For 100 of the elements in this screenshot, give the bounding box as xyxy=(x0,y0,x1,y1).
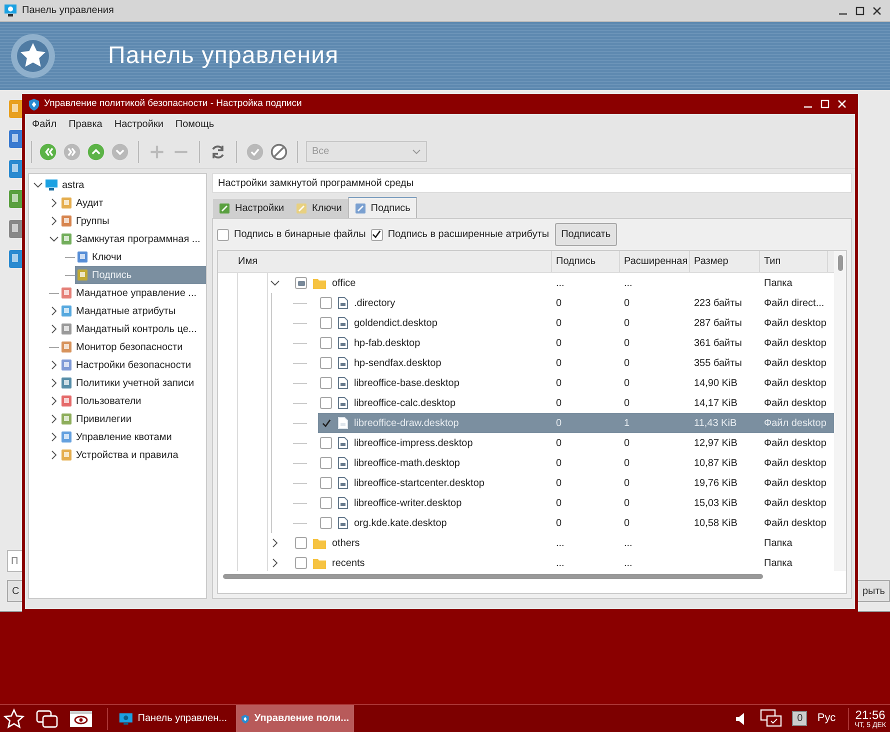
check-icon[interactable] xyxy=(246,142,264,160)
checkbox[interactable] xyxy=(320,497,332,509)
banner-title: Панель управления xyxy=(108,41,339,71)
tree-item[interactable]: Монитор безопасности xyxy=(59,338,206,356)
menu-item[interactable]: Файл xyxy=(28,117,61,132)
option-label: Подпись в бинарные файлы xyxy=(234,228,366,242)
tree-item[interactable]: Привилегии xyxy=(59,410,206,428)
folder-icon xyxy=(313,278,326,288)
type-cell-text: Файл desktop xyxy=(763,456,828,470)
checkbox[interactable] xyxy=(320,477,332,489)
table-row[interactable]: libreoffice-startcenter.desktop 0 0 19,76 KiB Файл desktop xyxy=(318,473,834,493)
windows-icon[interactable] xyxy=(35,708,59,728)
eye-icon[interactable] xyxy=(69,708,93,728)
table-row[interactable]: hp-fab.desktop 0 0 361 байты Файл desktop xyxy=(318,333,834,353)
tab[interactable]: Настройки xyxy=(213,199,290,218)
menu-item[interactable]: Настройки xyxy=(110,117,168,132)
table-row[interactable]: office ... ... Папка xyxy=(293,273,834,293)
checkbox[interactable] xyxy=(320,377,332,389)
file-icon xyxy=(338,397,348,409)
tree-item[interactable]: Управление квотами xyxy=(59,428,206,446)
checkbox[interactable] xyxy=(320,337,332,349)
tree-item[interactable]: Мандатное управление ... xyxy=(59,284,206,302)
table-row[interactable]: libreoffice-calc.desktop 0 0 14,17 KiB Файл desktop xyxy=(318,393,834,413)
table-row[interactable]: hp-sendfax.desktop 0 0 355 байты Файл desktop xyxy=(318,353,834,373)
monitor-icon[interactable] xyxy=(760,708,782,728)
checkbox[interactable] xyxy=(320,397,332,409)
taskbar-button[interactable]: Управление поли... xyxy=(236,704,354,732)
menu-item[interactable]: Помощь xyxy=(171,117,218,132)
size-cell: 19,76 KiB xyxy=(694,478,738,488)
checkbox[interactable] xyxy=(370,228,383,240)
size-cell: 15,03 KiB xyxy=(694,498,738,508)
tab[interactable]: Подпись xyxy=(348,197,418,218)
tree-item[interactable]: Пользователи xyxy=(59,392,206,410)
tree-item[interactable]: Мандатные атрибуты xyxy=(59,302,206,320)
table-row[interactable]: libreoffice-base.desktop 0 0 14,90 KiB Файл desktop xyxy=(318,373,834,393)
column-header[interactable]: Подпись xyxy=(552,251,620,272)
tree-item[interactable]: Мандатный контроль це... xyxy=(59,320,206,338)
file-name: .directory xyxy=(354,296,396,310)
table-row[interactable]: goldendict.desktop 0 0 287 байты Файл desktop xyxy=(318,313,834,333)
clock-time[interactable]: 21:56 xyxy=(855,708,886,720)
table-row[interactable]: recents ... ... Папка xyxy=(293,553,834,571)
checkbox[interactable] xyxy=(295,537,307,549)
type-cell-text: Файл desktop xyxy=(763,356,828,370)
file-name: libreoffice-draw.desktop xyxy=(354,416,459,430)
language-indicator[interactable]: Рус xyxy=(817,710,836,727)
item-icon xyxy=(61,215,72,227)
menu-item[interactable]: Правка xyxy=(64,117,106,132)
refresh-icon[interactable] xyxy=(209,142,227,160)
file-icon xyxy=(338,417,348,429)
forbidden-icon[interactable] xyxy=(270,142,288,160)
checkbox[interactable] xyxy=(295,277,307,289)
checkbox[interactable] xyxy=(320,357,332,369)
column-header[interactable]: Размер xyxy=(690,251,760,272)
size-cell: 11,43 KiB xyxy=(694,418,737,428)
maximize-icon[interactable] xyxy=(855,6,865,16)
table-row[interactable]: .directory 0 0 223 байты Файл direct... xyxy=(318,293,834,313)
checkbox[interactable] xyxy=(320,317,332,329)
sign-button[interactable]: Подписать xyxy=(555,223,617,246)
star-menu-icon[interactable] xyxy=(3,708,25,730)
tree-item[interactable]: Ключи xyxy=(75,248,206,266)
checkbox[interactable] xyxy=(320,297,332,309)
item-icon xyxy=(61,449,72,461)
file-name: libreoffice-startcenter.desktop xyxy=(354,476,484,490)
file-icon xyxy=(338,357,348,369)
checkbox[interactable] xyxy=(295,557,307,569)
vertical-scrollbar[interactable] xyxy=(834,251,846,571)
table-row[interactable]: libreoffice-writer.desktop 0 0 15,03 KiB Файл desktop xyxy=(318,493,834,513)
tree-item[interactable]: Настройки безопасности xyxy=(59,356,206,374)
column-header[interactable]: Тип xyxy=(760,251,828,272)
monitor-gear-icon xyxy=(119,710,133,726)
close-icon[interactable] xyxy=(872,6,882,16)
column-header[interactable]: Расширенная xyxy=(620,251,690,272)
checkbox[interactable] xyxy=(217,228,229,240)
checkbox[interactable] xyxy=(320,457,332,469)
keyboard-indicator[interactable]: 0 xyxy=(792,711,808,726)
tree-item[interactable]: Аудит xyxy=(59,194,206,212)
item-icon xyxy=(61,233,72,245)
table-row[interactable]: others ... ... Папка xyxy=(293,533,834,553)
type-cell-text: Файл desktop xyxy=(763,496,828,510)
item-icon xyxy=(77,269,88,281)
tree-item[interactable]: Устройства и правила xyxy=(59,446,206,464)
star-logo-icon xyxy=(10,33,56,79)
extended-cell-text: 0 xyxy=(623,296,631,310)
file-name: others xyxy=(332,536,360,550)
tree-item[interactable]: Группы xyxy=(59,212,206,230)
size-cell: 287 байты xyxy=(694,318,742,328)
tree-item[interactable]: Замкнутая программная ... xyxy=(59,230,206,248)
tree-item[interactable]: astra xyxy=(43,176,206,194)
table-row[interactable]: org.kde.kate.desktop 0 0 10,58 KiB Файл desktop xyxy=(318,513,834,533)
tree-item[interactable]: Политики учетной записи xyxy=(59,374,206,392)
tab[interactable]: Ключи xyxy=(290,199,348,218)
checkbox[interactable] xyxy=(320,417,332,429)
table-row[interactable]: libreoffice-impress.desktop 0 0 12,97 KiB Файл desktop xyxy=(318,433,834,453)
taskbar-button[interactable]: Панель управлен... xyxy=(114,704,232,732)
checkbox[interactable] xyxy=(320,437,332,449)
column-header[interactable]: Имя xyxy=(218,251,552,272)
checkbox[interactable] xyxy=(320,517,332,529)
item-icon xyxy=(61,287,72,299)
tab-icon xyxy=(354,202,366,214)
table-row[interactable]: libreoffice-math.desktop 0 0 10,87 KiB Файл desktop xyxy=(318,453,834,473)
